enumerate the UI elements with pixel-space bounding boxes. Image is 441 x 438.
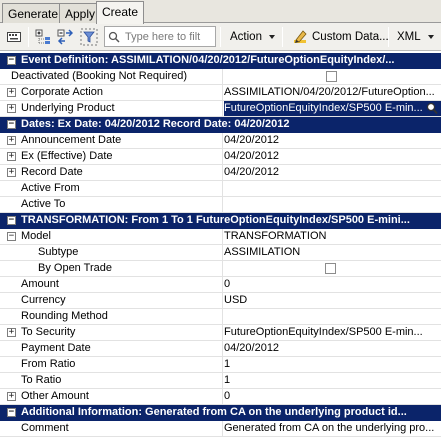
search-icon [105,31,123,43]
table-row[interactable]: + To Security FutureOptionEquityIndex/SP… [0,325,441,341]
chevron-down-icon [268,34,275,39]
chevron-down-icon [427,34,434,39]
row-value: 0 [224,278,231,290]
filter-icon[interactable] [78,26,100,47]
magnifier-icon[interactable] [426,102,438,116]
row-key: Deactivated (Booking Not Required) [0,69,223,84]
row-value: 04/20/2012 [224,150,280,162]
table-row[interactable]: + Corporate Action ASSIMILATION/04/20/20… [0,85,441,101]
table-row[interactable]: − Model TRANSFORMATION [0,229,441,245]
row-key: Announcement Date [0,133,223,148]
deactivated-checkbox[interactable] [326,71,337,82]
toolbar-separator [388,27,389,47]
action-dropdown[interactable]: Action [225,26,275,47]
row-key: Rounding Method [0,309,223,324]
tab-create[interactable]: Create [96,1,145,24]
section-title: Event Definition: ASSIMILATION/04/20/201… [21,54,395,66]
tab-generate[interactable]: Generate [2,3,65,23]
row-key: Subtype [0,245,223,260]
table-row[interactable]: Subtype ASSIMILATION [0,245,441,261]
row-key: Other Amount [0,389,223,404]
table-row[interactable]: Active From [0,181,441,197]
toolbar: Action Custom Data... XML [0,23,441,51]
row-key: Payment Date [0,341,223,356]
row-value [224,309,441,324]
xml-label: XML [397,30,421,43]
underlying-product-value: FutureOptionEquityIndex/SP500 E-min... [224,102,423,114]
table-row[interactable]: Amount 0 [0,277,441,293]
row-value: USD [224,294,248,306]
table-row[interactable]: From Ratio 1 [0,357,441,373]
row-value-selected[interactable]: FutureOptionEquityIndex/SP500 E-min... [224,101,441,116]
row-key: Model [0,229,223,244]
pencil-icon [292,29,308,45]
table-row[interactable]: Currency USD [0,293,441,309]
property-table: − Event Definition: ASSIMILATION/04/20/2… [0,53,441,438]
xml-dropdown[interactable]: XML [392,26,434,47]
row-key: From Ratio [0,357,223,372]
row-key: By Open Trade [0,261,223,276]
row-value: Generated from CA on the underlying pro.… [224,422,435,434]
table-row[interactable]: Deactivated (Booking Not Required) [0,69,441,85]
table-row[interactable]: + Record Date 04/20/2012 [0,165,441,181]
row-value [224,181,441,196]
row-value: 1 [224,358,231,370]
row-key: Active From [0,181,223,196]
section-additional-information[interactable]: − Additional Information: Generated from… [0,405,441,421]
row-key: Corporate Action [0,85,223,100]
row-value [224,69,441,84]
section-title: Additional Information: Generated from C… [21,406,407,418]
collapse-tree-icon[interactable] [55,26,75,47]
section-dates[interactable]: − Dates: Ex Date: 04/20/2012 Record Date… [0,117,441,133]
section-event-definition[interactable]: − Event Definition: ASSIMILATION/04/20/2… [0,53,441,69]
section-title: Dates: Ex Date: 04/20/2012 Record Date: … [21,118,290,130]
custom-data-button[interactable]: Custom Data... [287,26,389,47]
toolbar-separator [220,27,221,47]
table-row[interactable]: Payment Date 04/20/2012 [0,341,441,357]
section-title: TRANSFORMATION: From 1 To 1 FutureOption… [21,214,410,226]
table-row[interactable]: To Ratio 1 [0,373,441,389]
row-key: Record Date [0,165,223,180]
row-value: TRANSFORMATION [224,230,327,242]
row-value: 04/20/2012 [224,134,280,146]
custom-data-label: Custom Data... [312,30,389,43]
toolbar-separator [282,27,283,47]
tab-bar: Generate Apply Create [0,0,441,24]
section-transformation[interactable]: − TRANSFORMATION: From 1 To 1 FutureOpti… [0,213,441,229]
search-box[interactable] [104,26,216,47]
row-value: 04/20/2012 [224,342,280,354]
table-row[interactable]: + Ex (Effective) Date 04/20/2012 [0,149,441,165]
row-key: To Security [0,325,223,340]
table-row[interactable]: Active To [0,197,441,213]
row-value: FutureOptionEquityIndex/SP500 E-min... [224,326,423,338]
row-key: Ex (Effective) Date [0,149,223,164]
row-value: 04/20/2012 [224,166,280,178]
table-row[interactable]: By Open Trade [0,261,441,277]
tab-apply[interactable]: Apply [59,3,102,23]
table-row[interactable]: Rounding Method [0,309,441,325]
row-key: Comment [0,421,223,436]
row-value: ASSIMILATION [224,246,301,258]
row-key: Amount [0,277,223,292]
row-key: Currency [0,293,223,308]
table-row[interactable]: Comment Generated from CA on the underly… [0,421,441,437]
expand-tree-icon[interactable] [33,26,53,47]
row-value: ASSIMILATION/04/20/2012/FutureOption... [224,86,435,98]
keyboard-icon[interactable] [4,26,24,47]
row-value: 1 [224,374,231,386]
row-value [224,261,441,276]
table-row[interactable]: + Other Amount 0 [0,389,441,405]
row-value [224,197,441,212]
table-row[interactable]: + Underlying Product FutureOptionEquityI… [0,101,441,117]
by-open-trade-checkbox[interactable] [325,263,336,274]
row-key: Underlying Product [0,101,223,116]
table-row[interactable]: + Announcement Date 04/20/2012 [0,133,441,149]
action-label: Action [230,30,262,43]
search-input[interactable] [123,28,209,45]
toolbar-separator [28,27,29,47]
row-value: 0 [224,390,231,402]
row-key: To Ratio [0,373,223,388]
row-key: Active To [0,197,223,212]
